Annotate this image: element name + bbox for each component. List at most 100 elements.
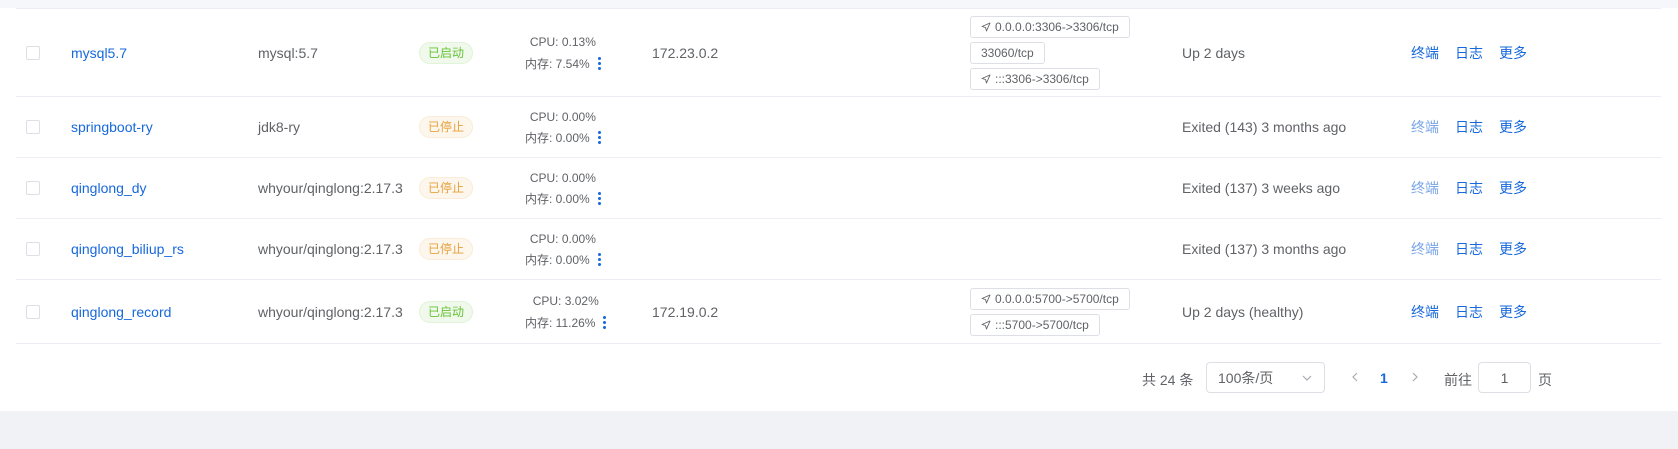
- container-name-cell: qinglong_biliup_rs: [71, 219, 184, 279]
- table-row: qinglong_record whyour/qinglong:2.17.3 已启动…: [16, 280, 1661, 344]
- container-name-link[interactable]: qinglong_biliup_rs: [71, 241, 184, 257]
- more-vertical-icon[interactable]: [597, 192, 601, 205]
- terminal-button[interactable]: 终端: [1411, 43, 1439, 63]
- port-tag[interactable]: :::5700->5700/tcp: [970, 313, 1100, 336]
- more-button[interactable]: 更多: [1499, 43, 1527, 63]
- prev-page-icon[interactable]: [1349, 370, 1361, 384]
- terminal-button[interactable]: 终端: [1411, 302, 1439, 322]
- goto-label: 前往: [1444, 372, 1472, 388]
- container-image-cell: mysql:5.7: [258, 9, 318, 96]
- cpu-usage-text: CPU: 0.00%: [529, 109, 596, 124]
- container-name-link[interactable]: qinglong_record: [71, 304, 171, 320]
- ports-cell: 0.0.0.0:3306->3306/tcp33060/tcp:::3306->…: [970, 9, 1130, 96]
- row-select-cell: [26, 97, 40, 157]
- container-name-link[interactable]: qinglong_dy: [71, 180, 147, 196]
- container-table: mysql5.7 mysql:5.7 已启动 CPU: 0.13% 内存: 7.54% 1…: [16, 8, 1661, 344]
- container-image-cell: whyour/qinglong:2.17.3: [258, 219, 403, 279]
- ip-address-cell: 172.19.0.2: [652, 280, 718, 343]
- container-image-text: mysql:5.7: [258, 44, 318, 61]
- port-tag-text: 33060/tcp: [981, 45, 1034, 60]
- container-name-cell: qinglong_record: [71, 280, 171, 343]
- more-vertical-icon[interactable]: [597, 56, 601, 70]
- operations-cell: 终端 日志 更多: [1411, 9, 1543, 96]
- terminal-button[interactable]: 终端: [1411, 178, 1439, 198]
- pagination: 共 24 条 100条/页 1 前往 页: [0, 362, 1678, 394]
- memory-usage-text: 内存: 0.00%: [525, 253, 590, 267]
- container-name-cell: springboot-ry: [71, 97, 153, 157]
- cpu-usage-text: CPU: 0.13%: [529, 35, 596, 49]
- port-tag-text: 0.0.0.0:3306->3306/tcp: [995, 19, 1119, 34]
- status-badge: 已停止: [419, 238, 474, 260]
- cpu-usage: CPU: 0.13%: [530, 35, 596, 50]
- resource-usage-cell: CPU: 0.00% 内存: 0.00%: [525, 97, 601, 157]
- logs-button[interactable]: 日志: [1455, 117, 1483, 137]
- container-state-cell: 已停止: [419, 219, 474, 279]
- page-number-current[interactable]: 1: [1380, 370, 1388, 386]
- row-checkbox[interactable]: [26, 181, 40, 195]
- logs-button[interactable]: 日志: [1455, 302, 1483, 322]
- more-vertical-icon[interactable]: [597, 253, 601, 266]
- container-state-cell: 已停止: [419, 97, 474, 157]
- row-checkbox[interactable]: [26, 120, 40, 134]
- container-image-text: whyour/qinglong:2.17.3: [258, 180, 403, 196]
- logs-button[interactable]: 日志: [1455, 239, 1483, 259]
- resource-usage-cell: CPU: 0.00% 内存: 0.00%: [525, 219, 601, 279]
- cpu-usage: CPU: 0.00%: [530, 170, 596, 185]
- status-text: Up 2 days: [1182, 44, 1246, 61]
- container-name-link[interactable]: springboot-ry: [71, 119, 153, 135]
- cpu-usage-text: CPU: 3.02%: [532, 294, 599, 308]
- page-footer-background: [0, 411, 1678, 449]
- container-state-cell: 已停止: [419, 158, 474, 218]
- more-vertical-icon[interactable]: [597, 131, 601, 144]
- table-row: qinglong_dy whyour/qinglong:2.17.3 已停止 CPU:…: [16, 158, 1661, 219]
- container-image-text: jdk8-ry: [258, 119, 301, 135]
- row-select-cell: [26, 219, 40, 279]
- ip-address-text: 172.23.0.2: [652, 44, 719, 61]
- port-tag[interactable]: 0.0.0.0:3306->3306/tcp: [970, 15, 1130, 38]
- send-icon: [981, 74, 991, 83]
- row-checkbox[interactable]: [26, 45, 40, 60]
- container-name-link[interactable]: mysql5.7: [71, 45, 127, 61]
- memory-usage: 内存: 7.54%: [525, 56, 601, 71]
- more-vertical-icon[interactable]: [603, 315, 607, 329]
- logs-button[interactable]: 日志: [1455, 43, 1483, 63]
- logs-button[interactable]: 日志: [1455, 178, 1483, 198]
- terminal-button[interactable]: 终端: [1411, 117, 1439, 137]
- container-image-text: whyour/qinglong:2.17.3: [258, 303, 403, 320]
- row-checkbox[interactable]: [26, 242, 40, 256]
- container-image-cell: whyour/qinglong:2.17.3: [258, 158, 403, 218]
- terminal-button[interactable]: 终端: [1411, 239, 1439, 259]
- cpu-usage: CPU: 0.00%: [530, 109, 596, 124]
- container-state-cell: 已启动: [419, 9, 474, 96]
- page-size-select[interactable]: 100条/页: [1206, 362, 1325, 393]
- status-text: Exited (137) 3 weeks ago: [1182, 180, 1340, 196]
- send-icon: [981, 22, 991, 31]
- port-tag[interactable]: :::3306->3306/tcp: [970, 67, 1100, 90]
- resource-usage-cell: CPU: 0.00% 内存: 0.00%: [525, 158, 601, 218]
- port-tag[interactable]: 0.0.0.0:5700->5700/tcp: [970, 287, 1130, 310]
- more-button[interactable]: 更多: [1499, 117, 1527, 137]
- memory-usage: 内存: 0.00%: [525, 252, 601, 267]
- container-name-cell: mysql5.7: [71, 9, 127, 96]
- table-row: mysql5.7 mysql:5.7 已启动 CPU: 0.13% 内存: 7.54% 1…: [16, 9, 1661, 97]
- more-button[interactable]: 更多: [1499, 239, 1527, 259]
- page-jump-input[interactable]: [1478, 362, 1531, 393]
- more-button[interactable]: 更多: [1499, 302, 1527, 322]
- more-button[interactable]: 更多: [1499, 178, 1527, 198]
- status-cell: Up 2 days: [1182, 9, 1245, 96]
- memory-usage-text: 内存: 7.54%: [525, 56, 590, 71]
- ports-cell: 0.0.0.0:5700->5700/tcp:::5700->5700/tcp: [970, 280, 1130, 343]
- row-checkbox[interactable]: [26, 304, 40, 319]
- next-page-icon[interactable]: [1409, 370, 1421, 384]
- status-text: Up 2 days (healthy): [1182, 303, 1304, 320]
- row-select-cell: [26, 9, 40, 96]
- port-tag-text: 0.0.0.0:5700->5700/tcp: [995, 291, 1119, 306]
- memory-usage: 内存: 0.00%: [525, 130, 601, 145]
- status-badge: 已启动: [419, 300, 474, 323]
- row-select-cell: [26, 280, 40, 343]
- status-badge: 已启动: [419, 41, 474, 64]
- status-text: Exited (143) 3 months ago: [1182, 119, 1347, 135]
- resource-usage-cell: CPU: 0.13% 内存: 7.54%: [525, 9, 601, 96]
- container-image-cell: jdk8-ry: [258, 97, 300, 157]
- container-name-cell: qinglong_dy: [71, 158, 147, 218]
